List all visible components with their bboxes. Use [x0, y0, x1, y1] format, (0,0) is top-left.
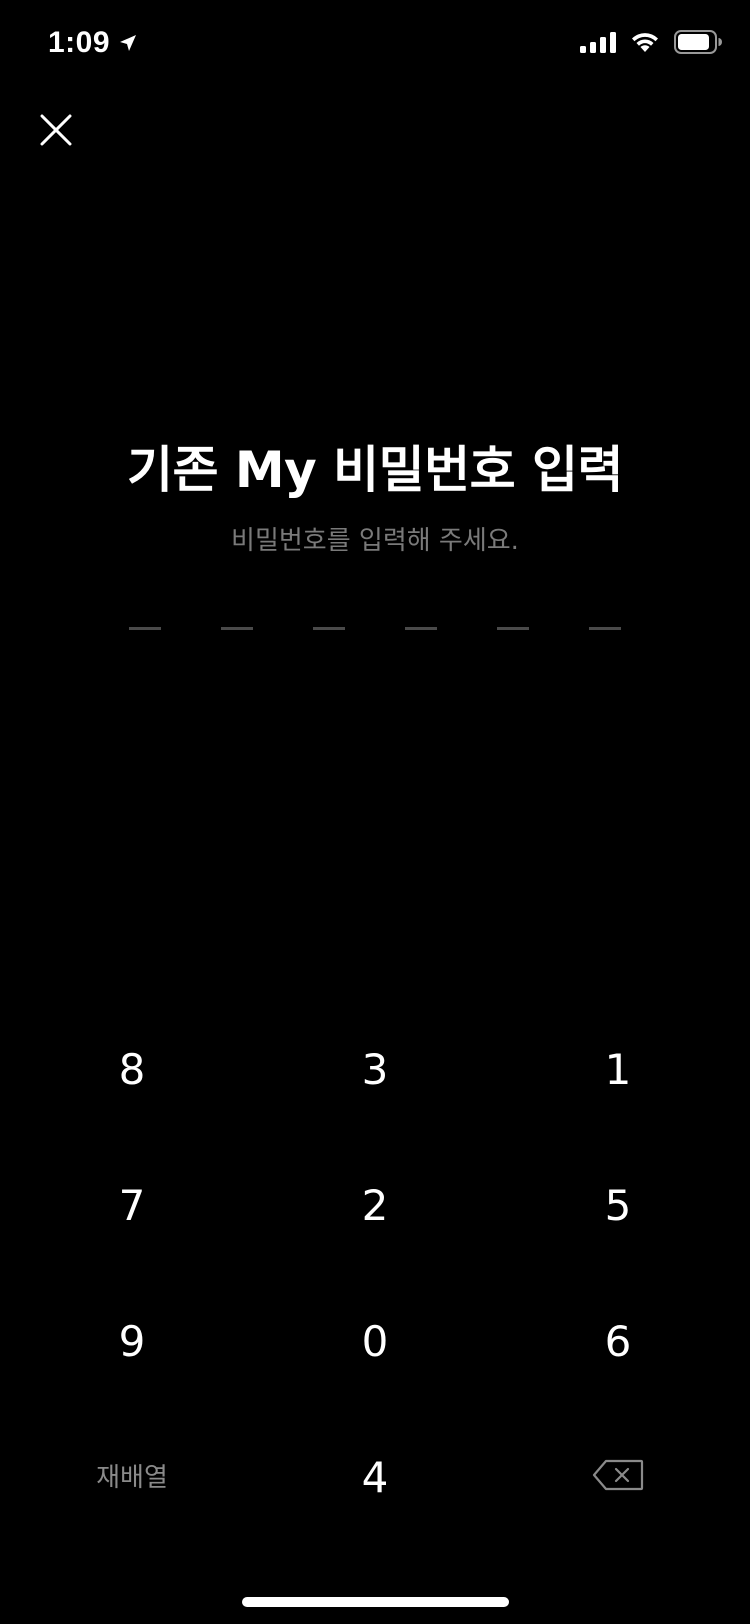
backspace-icon	[592, 1459, 644, 1491]
pin-dash	[405, 627, 437, 630]
keypad-key[interactable]: 8	[42, 1014, 222, 1124]
pin-indicator	[0, 627, 750, 633]
pin-dash	[313, 627, 345, 630]
keypad-key[interactable]: 3	[285, 1014, 465, 1124]
keypad-key[interactable]: 9	[42, 1286, 222, 1396]
keypad-key[interactable]: 4	[285, 1422, 465, 1532]
status-time: 1:09	[48, 26, 138, 60]
pin-dash	[497, 627, 529, 630]
backspace-button[interactable]	[528, 1420, 708, 1530]
keypad-key[interactable]: 5	[528, 1150, 708, 1260]
status-indicators	[580, 30, 722, 54]
close-button[interactable]	[30, 104, 82, 156]
pin-dash	[221, 627, 253, 630]
page-title: 기존 My 비밀번호 입력	[126, 441, 624, 499]
keypad-key[interactable]: 1	[528, 1014, 708, 1124]
battery-icon	[674, 30, 722, 54]
location-arrow-icon	[120, 35, 137, 51]
keypad-key[interactable]: 2	[285, 1150, 465, 1260]
rearrange-button[interactable]: 재배열	[42, 1420, 222, 1530]
keypad-key[interactable]: 7	[42, 1150, 222, 1260]
close-icon	[40, 114, 72, 146]
keypad-key[interactable]: 6	[528, 1286, 708, 1396]
page-subtitle: 비밀번호를 입력해 주세요.	[231, 526, 519, 556]
wifi-icon	[632, 33, 658, 52]
status-time-text: 1:09	[48, 26, 111, 59]
pin-dash	[589, 627, 621, 630]
home-indicator[interactable]	[242, 1597, 509, 1607]
cellular-signal-icon	[580, 32, 616, 53]
pin-dash	[129, 627, 161, 630]
keypad-key[interactable]: 0	[285, 1286, 465, 1396]
status-bar: 1:09	[0, 0, 750, 90]
